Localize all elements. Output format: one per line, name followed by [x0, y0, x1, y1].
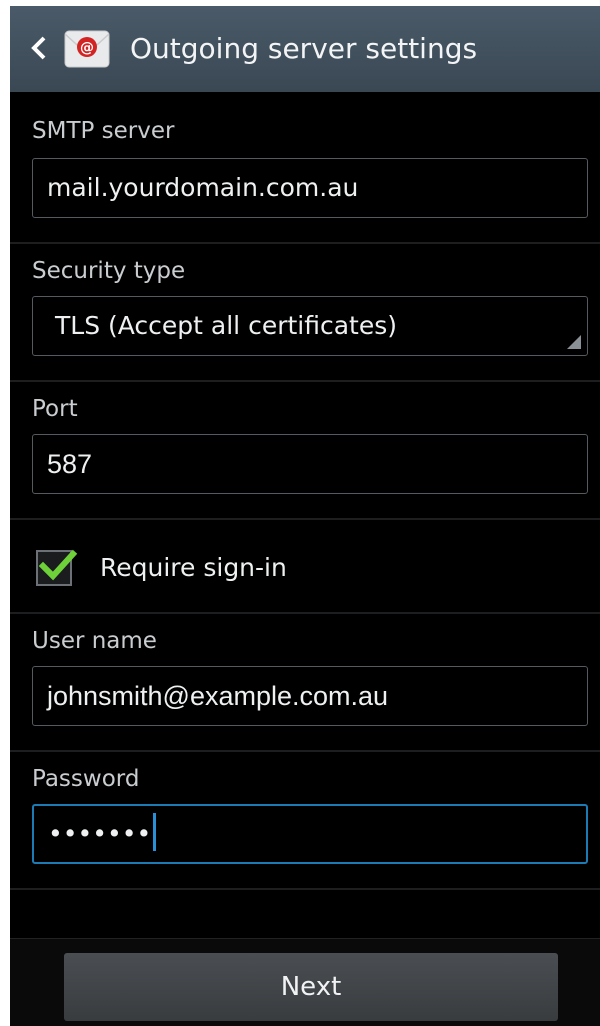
divider [10, 750, 600, 752]
security-type-value: TLS (Accept all certificates) [55, 311, 398, 340]
divider [10, 242, 600, 244]
security-type-label: Security type [32, 258, 186, 284]
password-masked-text: ••••••• [48, 819, 152, 848]
chevron-left-icon[interactable] [24, 28, 54, 68]
dropdown-arrow-icon [567, 335, 581, 349]
page-title: Outgoing server settings [130, 32, 478, 65]
divider [10, 888, 600, 890]
phone-screen: @ Outgoing server settings SMTP server m… [10, 6, 600, 1026]
divider [10, 380, 600, 382]
text-cursor [153, 813, 157, 851]
bottom-bar: Next [10, 938, 600, 1026]
user-name-field[interactable]: johnsmith@example.com.au [32, 666, 588, 726]
email-app-icon: @ [62, 25, 112, 73]
next-button[interactable]: Next [64, 953, 558, 1021]
password-label: Password [32, 766, 140, 792]
action-bar: @ Outgoing server settings [10, 6, 600, 92]
chevron-left-glyph [31, 36, 46, 60]
smtp-server-field[interactable]: mail.yourdomain.com.au [32, 158, 588, 218]
port-field[interactable]: 587 [32, 434, 588, 494]
divider [10, 612, 600, 614]
user-name-label: User name [32, 628, 157, 654]
smtp-server-label: SMTP server [32, 118, 175, 144]
security-type-spinner[interactable]: TLS (Accept all certificates) [32, 296, 588, 356]
divider [10, 518, 600, 520]
password-field[interactable]: ••••••• [32, 804, 588, 864]
checkmark-icon [38, 549, 78, 581]
svg-text:@: @ [80, 40, 94, 56]
port-label: Port [32, 396, 78, 422]
require-signin-label: Require sign-in [100, 553, 287, 582]
require-signin-checkbox[interactable] [36, 549, 78, 586]
